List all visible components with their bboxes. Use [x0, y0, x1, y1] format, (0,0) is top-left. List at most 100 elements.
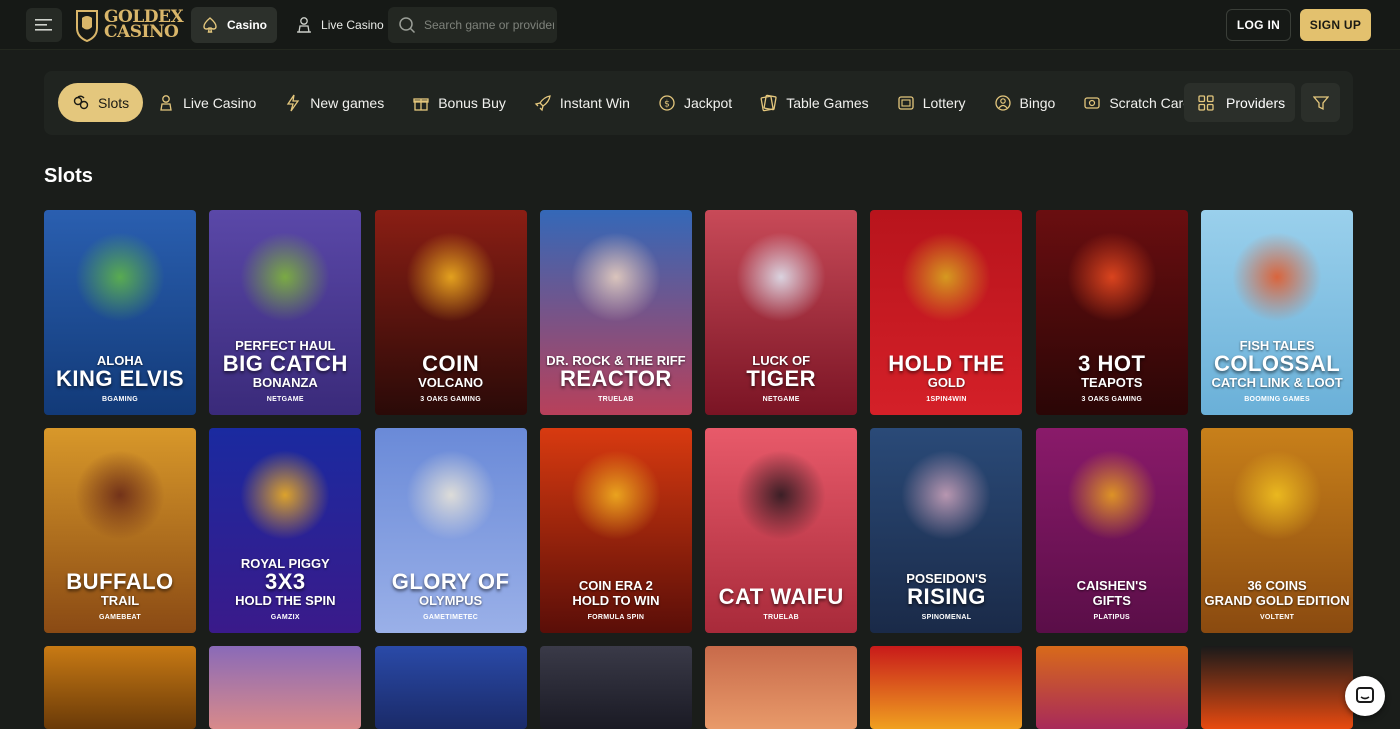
game-title-l3: CATCH LINK & LOOT — [1211, 375, 1343, 390]
tab-live-casino[interactable]: Live Casino — [285, 7, 394, 43]
game-tile[interactable]: CAISHEN'S GIFTS PLATIPUS — [1035, 428, 1188, 633]
category-bar: Slots Live Casino New games Bonus Buy In… — [44, 71, 1353, 135]
game-provider: 1SPIN4WIN — [926, 396, 967, 403]
game-tile[interactable] — [209, 646, 362, 729]
game-tile[interactable]: GLORY OF OLYMPUS GAMETIMETEC — [374, 428, 527, 633]
game-provider: NETGAME — [762, 396, 800, 403]
cards-icon — [760, 94, 777, 111]
category-label: Instant Win — [559, 94, 630, 111]
game-tile[interactable] — [705, 646, 858, 729]
game-provider: GAMZIX — [270, 614, 300, 621]
category-slots[interactable]: Slots — [58, 83, 144, 122]
game-tile[interactable]: CAT WAIFU TRUELAB — [705, 428, 858, 633]
game-title-l2: COIN — [422, 351, 480, 376]
game-provider: BGAMING — [102, 396, 138, 403]
category-bingo[interactable]: Bingo — [980, 83, 1070, 122]
game-title-l3: HOLD TO WIN — [572, 593, 660, 608]
game-tile[interactable]: LUCK OF TIGER NETGAME — [705, 210, 858, 415]
category-label: New games — [310, 94, 385, 111]
game-artwork — [405, 232, 496, 322]
game-provider: NETGAME — [266, 396, 304, 403]
top-bar: GOLDEX CASINO Casino Live Casino LOG IN … — [0, 0, 1400, 50]
game-tile[interactable]: ROYAL PIGGY 3X3 HOLD THE SPIN GAMZIX — [209, 428, 362, 633]
game-title-l2: 3 HOT — [1078, 351, 1146, 376]
game-tile[interactable] — [1201, 646, 1354, 729]
game-tile[interactable] — [44, 646, 196, 729]
game-provider: PLATIPUS — [1093, 614, 1131, 621]
game-title-l2: BIG CATCH — [222, 351, 348, 376]
game-tile[interactable]: 36 COINS GRAND GOLD EDITION VOLTENT — [1201, 428, 1354, 633]
game-title-l3: BONANZA — [252, 375, 318, 390]
svg-text:$: $ — [664, 99, 670, 109]
game-tile[interactable] — [539, 646, 692, 729]
top-nav: Casino Live Casino — [191, 7, 394, 43]
game-tile[interactable]: ALOHA KING ELVIS BGAMING — [44, 210, 196, 415]
category-lottery[interactable]: Lottery — [883, 83, 980, 122]
rocket-icon — [534, 94, 551, 111]
game-title-l2: RISING — [907, 584, 986, 609]
category-instant-win[interactable]: Instant Win — [520, 83, 644, 122]
game-tile[interactable]: DR. ROCK & THE RIFF REACTOR TRUELAB — [539, 210, 692, 415]
logo-text-bottom: CASINO — [104, 22, 179, 42]
game-tile[interactable]: POSEIDON'S RISING SPINOMENAL — [870, 428, 1023, 633]
ticket-icon — [898, 95, 914, 110]
game-provider: FORMULA SPIN — [587, 614, 645, 621]
menu-button[interactable] — [26, 8, 62, 42]
game-artwork — [240, 450, 331, 540]
category-label: Jackpot — [683, 94, 733, 111]
game-artwork — [570, 232, 661, 322]
category-list: Slots Live Casino New games Bonus Buy In… — [58, 83, 1212, 122]
category-label: Lottery — [922, 94, 966, 111]
game-tile[interactable] — [374, 646, 527, 729]
game-tile[interactable]: COIN ERA 2 HOLD TO WIN FORMULA SPIN — [539, 428, 692, 633]
providers-label: Providers — [1226, 94, 1286, 111]
game-tile[interactable]: COIN VOLCANO 3 OAKS GAMING — [374, 210, 527, 415]
slots-icon — [73, 95, 89, 109]
providers-button[interactable]: Providers — [1184, 83, 1295, 122]
game-artwork — [75, 232, 165, 322]
game-artwork — [75, 450, 165, 540]
category-live-casino[interactable]: Live Casino — [143, 83, 270, 122]
game-tile[interactable] — [1035, 646, 1188, 729]
game-provider: TRUELAB — [598, 396, 634, 403]
tab-casino[interactable]: Casino — [191, 7, 278, 43]
category-label: Live Casino — [183, 94, 257, 111]
category-label: Bonus Buy — [438, 94, 506, 111]
game-title-l2: TIGER — [746, 366, 817, 391]
game-title-l2: COLOSSAL — [1213, 351, 1341, 376]
game-tile[interactable]: HOLD THE GOLD 1SPIN4WIN — [870, 210, 1023, 415]
chat-button[interactable] — [1345, 676, 1385, 716]
login-button[interactable]: LOG IN — [1226, 9, 1291, 41]
game-provider: TRUELAB — [763, 614, 799, 621]
category-table-games[interactable]: Table Games — [746, 83, 882, 122]
category-bonus-buy[interactable]: Bonus Buy — [398, 83, 520, 122]
game-provider: GAMEBEAT — [99, 614, 141, 621]
search-box[interactable] — [388, 7, 557, 43]
game-tile[interactable]: BUFFALO TRAIL GAMEBEAT — [44, 428, 196, 633]
game-title-l2: GLORY OF — [391, 569, 510, 594]
game-tile[interactable]: PERFECT HAUL BIG CATCH BONANZA NETGAME — [209, 210, 362, 415]
game-provider: SPINOMENAL — [921, 614, 972, 621]
category-jackpot[interactable]: $ Jackpot — [644, 83, 746, 122]
game-provider: 3 OAKS GAMING — [1081, 396, 1143, 403]
game-provider: GAMETIMETEC — [423, 614, 479, 621]
game-tile[interactable] — [870, 646, 1023, 729]
game-title-l3: GRAND GOLD EDITION — [1204, 593, 1350, 608]
search-input[interactable] — [424, 18, 554, 32]
section-title: Slots — [44, 165, 93, 187]
dealer-icon — [297, 17, 312, 33]
game-artwork — [736, 232, 827, 322]
game-artwork — [570, 450, 661, 540]
game-tile[interactable]: FISH TALES COLOSSAL CATCH LINK & LOOT BOOMI… — [1201, 210, 1354, 415]
game-provider: BOOMING GAMES — [1244, 396, 1310, 403]
lightning-icon — [287, 94, 300, 111]
logo[interactable]: GOLDEX CASINO — [74, 6, 184, 44]
category-label: Slots — [98, 94, 130, 111]
chat-icon — [1356, 687, 1374, 703]
category-new-games[interactable]: New games — [270, 83, 398, 122]
signup-button[interactable]: SIGN UP — [1300, 9, 1371, 41]
game-title-l1: 36 COINS — [1247, 578, 1307, 593]
filter-button[interactable] — [1301, 83, 1340, 122]
game-title-l3: GOLD — [927, 375, 966, 390]
game-tile[interactable]: 3 HOT TEAPOTS 3 OAKS GAMING — [1035, 210, 1188, 415]
